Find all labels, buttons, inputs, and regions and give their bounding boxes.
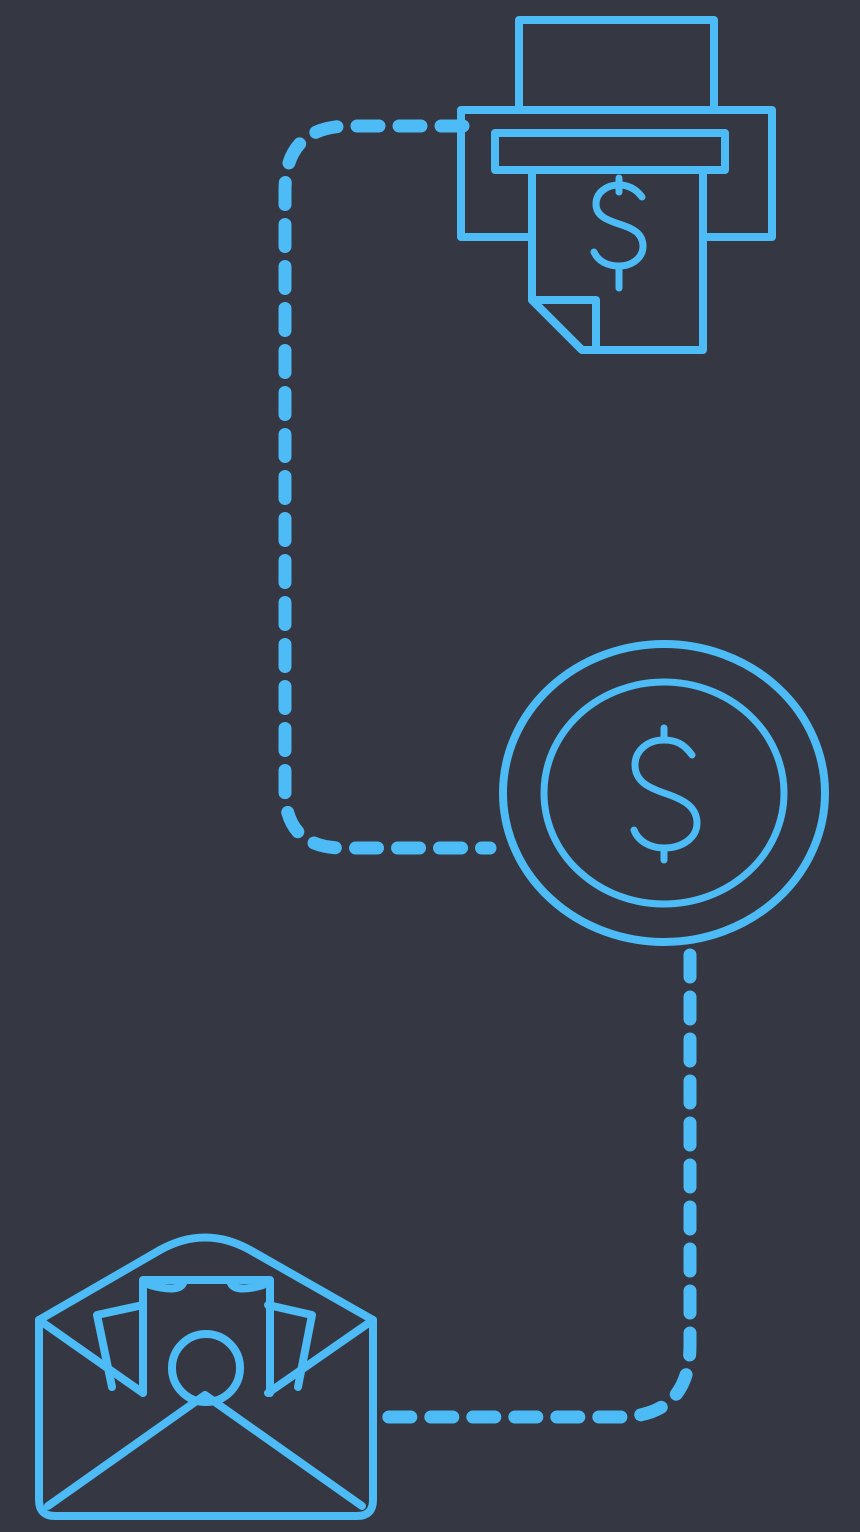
- diagram-svg: [35, 16, 829, 1520]
- money-envelope-icon: [35, 1233, 377, 1520]
- dollar-coin-icon: [499, 640, 829, 946]
- money-flow-diagram: [0, 0, 860, 1532]
- printer-money-icon: [457, 16, 776, 354]
- connector-coin-to-envelope: [373, 948, 697, 1424]
